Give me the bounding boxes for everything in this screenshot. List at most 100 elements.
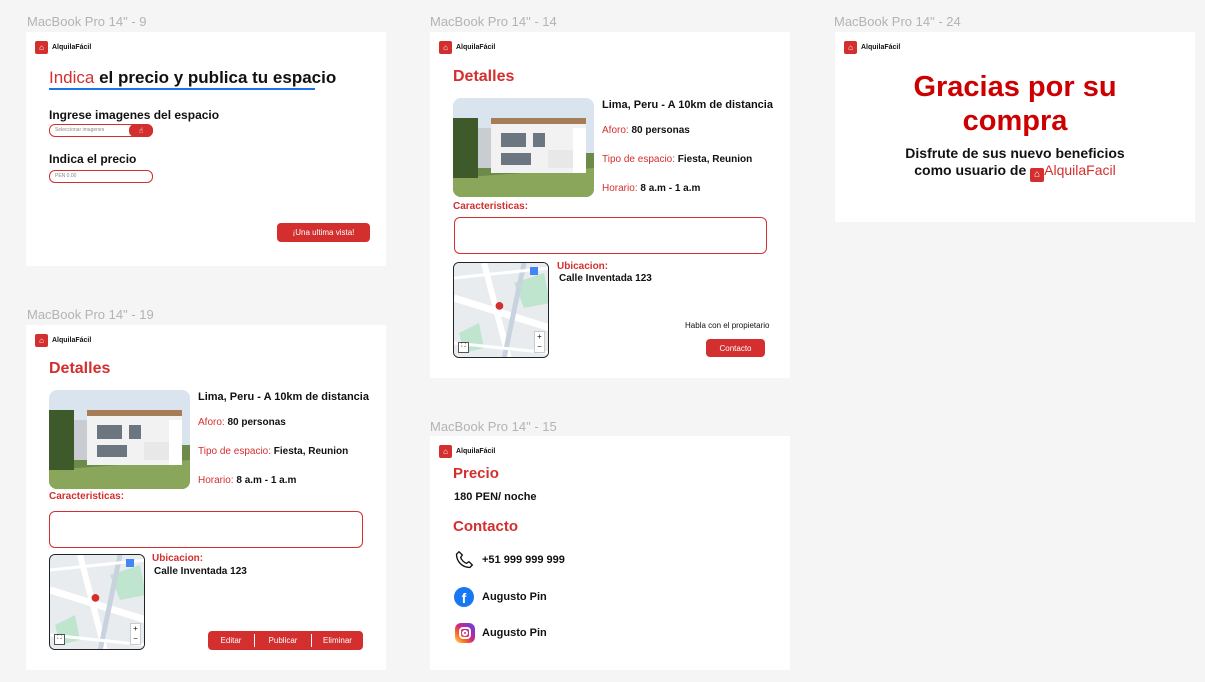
capacity-label: Aforo:: [602, 125, 629, 136]
phone-icon: [454, 550, 474, 570]
brand-name: AlquilaFácil: [52, 44, 92, 51]
location-label: Ubicacion:: [152, 553, 204, 564]
map-fullscreen-icon[interactable]: ⛶: [54, 634, 65, 645]
thanks-subtitle-line2: como usuario de ⌂ AlquilaFacil: [914, 162, 1116, 182]
brand-name: AlquilaFácil: [861, 44, 901, 51]
page-title: Indica el precio y publica tu espacio: [49, 68, 336, 88]
location-map[interactable]: ● + − ⛶: [49, 554, 145, 650]
capacity-value: 80 personas: [628, 125, 690, 136]
frame-label-24: MacBook Pro 14" - 24: [834, 14, 961, 29]
title-rest: el precio y publica tu espacio: [94, 68, 337, 87]
brand[interactable]: ⌂ AlquilaFácil: [439, 41, 495, 54]
property-photo: [49, 390, 190, 489]
capacity-label: Aforo:: [198, 417, 225, 428]
map-pin-icon: ●: [494, 295, 505, 315]
address-text: Calle Inventada 123: [154, 566, 247, 577]
details-title: Detalles: [453, 68, 515, 85]
frame-publish: ⌂ AlquilaFácil Indica el precio y public…: [26, 32, 386, 266]
price-placeholder: PEN 0.00: [55, 173, 77, 179]
title-accent: Indica: [49, 68, 95, 87]
map-zoom-control[interactable]: + −: [130, 623, 141, 645]
frame-label-9: MacBook Pro 14" - 9: [27, 14, 147, 29]
location-label: Ubicacion:: [557, 261, 609, 272]
capacity-row: Aforo: 80 personas: [198, 417, 286, 428]
images-input[interactable]: Seleccionar imagenes ☝: [49, 124, 153, 137]
brand-name: AlquilaFácil: [456, 44, 496, 51]
property-photo: [453, 98, 594, 197]
brand-name: AlquilaFácil: [456, 448, 496, 455]
details-title: Detalles: [49, 360, 111, 377]
map-pin-icon: ●: [90, 587, 101, 607]
brand[interactable]: ⌂ AlquilaFácil: [35, 41, 91, 54]
brand-logo-icon: ⌂: [35, 41, 48, 54]
phone-text[interactable]: +51 999 999 999: [482, 554, 565, 566]
contact-button[interactable]: Contacto: [706, 339, 765, 357]
schedule-label: Horario:: [198, 475, 234, 486]
frame-price-contact: ⌂ AlquilaFácil Precio 180 PEN/ noche Con…: [430, 436, 790, 670]
schedule-row: Horario: 8 a.m - 1 a.m: [198, 475, 296, 486]
type-label: Tipo de espacio:: [602, 154, 676, 165]
edit-button[interactable]: Editar: [208, 634, 255, 647]
thanks-subtitle-line1: Disfrute de sus nuevo beneficios: [905, 145, 1125, 161]
thanks-brand: AlquilaFacil: [1044, 162, 1116, 178]
capacity-value: 80 personas: [224, 417, 286, 428]
frame-label-14: MacBook Pro 14" - 14: [430, 14, 557, 29]
upload-hand-icon[interactable]: ☝: [129, 124, 153, 137]
brand-logo-icon: ⌂: [844, 41, 857, 54]
frame-thanks: ⌂ AlquilaFácil Gracias por su compra Dis…: [835, 32, 1195, 222]
frame-label-15: MacBook Pro 14" - 15: [430, 419, 557, 434]
thanks-subtitle: Disfrute de sus nuevo beneficios como us…: [835, 145, 1195, 182]
brand[interactable]: ⌂ AlquilaFácil: [439, 445, 495, 458]
price-title: Precio: [453, 465, 499, 482]
thanks-title-line1: Gracias por su: [913, 71, 1117, 103]
frame-label-19: MacBook Pro 14" - 19: [27, 307, 154, 322]
price-label: Indica el precio: [49, 152, 137, 166]
location-text: Lima, Peru - A 10km de distancia: [198, 391, 369, 403]
features-box[interactable]: [49, 511, 363, 548]
frame-details-contact: ⌂ AlquilaFácil Detalles Lima, Peru - A 1…: [430, 32, 790, 378]
brand[interactable]: ⌂ AlquilaFácil: [844, 41, 900, 54]
features-label: Caracteristicas:: [453, 201, 529, 212]
location-map[interactable]: ● + − ⛶: [453, 262, 549, 358]
schedule-value: 8 a.m - 1 a.m: [637, 183, 701, 194]
brand-logo-icon: ⌂: [439, 41, 452, 54]
price-value: 180 PEN/ noche: [454, 491, 537, 503]
price-input[interactable]: PEN 0.00: [49, 170, 153, 183]
map-fullscreen-icon[interactable]: ⛶: [458, 342, 469, 353]
capacity-row: Aforo: 80 personas: [602, 125, 690, 136]
images-placeholder: Seleccionar imagenes: [55, 127, 105, 133]
thanks-title-line2: compra: [962, 105, 1068, 137]
facebook-text[interactable]: Augusto Pin: [482, 591, 547, 603]
owner-text: Habla con el propietario: [685, 321, 770, 330]
map-zoom-control[interactable]: + −: [534, 331, 545, 353]
brand-logo-icon: ⌂: [1030, 168, 1045, 182]
location-text: Lima, Peru - A 10km de distancia: [602, 99, 773, 111]
contact-title: Contacto: [453, 518, 518, 535]
brand-logo-icon: ⌂: [439, 445, 452, 458]
brand-logo-icon: ⌂: [35, 334, 48, 347]
schedule-row: Horario: 8 a.m - 1 a.m: [602, 183, 700, 194]
instagram-text[interactable]: Augusto Pin: [482, 627, 547, 639]
features-box[interactable]: [454, 217, 767, 254]
publish-button[interactable]: Publicar: [255, 634, 312, 647]
features-label: Caracteristicas:: [49, 491, 125, 502]
instagram-icon: [455, 623, 475, 643]
admin-action-bar: Editar Publicar Eliminar: [208, 631, 363, 650]
brand-name: AlquilaFácil: [52, 337, 92, 344]
facebook-icon: f: [454, 587, 474, 607]
type-row: Tipo de espacio: Fiesta, Reunion: [198, 446, 348, 457]
frame-details-admin: ⌂ AlquilaFácil Detalles Lima, Peru - A 1…: [26, 325, 386, 670]
images-label: Ingrese imagenes del espacio: [49, 108, 220, 122]
type-row: Tipo de espacio: Fiesta, Reunion: [602, 154, 752, 165]
address-text: Calle Inventada 123: [559, 273, 652, 284]
brand[interactable]: ⌂ AlquilaFácil: [35, 334, 91, 347]
type-label: Tipo de espacio:: [198, 446, 272, 457]
schedule-label: Horario:: [602, 183, 638, 194]
schedule-value: 8 a.m - 1 a.m: [233, 475, 297, 486]
type-value: Fiesta, Reunion: [675, 154, 753, 165]
thanks-title: Gracias por su compra: [835, 70, 1195, 138]
preview-button[interactable]: ¡Una ultima vista!: [277, 223, 370, 242]
delete-button[interactable]: Eliminar: [312, 634, 363, 647]
type-value: Fiesta, Reunion: [271, 446, 349, 457]
title-underline: [49, 88, 315, 90]
